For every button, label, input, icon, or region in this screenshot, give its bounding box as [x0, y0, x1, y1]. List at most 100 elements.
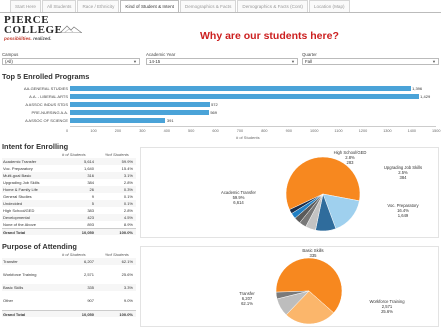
bar-label-a-assoc-of-science: A ASSOC OF SCIENCE — [25, 117, 68, 123]
x-axis-tick-700: 700 — [236, 129, 244, 133]
x-axis-tick-1200: 1200 — [358, 129, 368, 133]
row-percent: 62.1% — [121, 259, 133, 264]
quarter-dropdown[interactable]: Fall ▼ — [302, 58, 439, 65]
bar-label-aa-general-studies: AA-GENERAL STUDIES — [23, 85, 68, 91]
row-label: Home & Family Life — [3, 187, 38, 192]
row-count: 335 — [87, 285, 94, 290]
table-row-academic-transfer: Academic Transfer 5,614 59.9% — [2, 158, 136, 165]
row-count: 1,640 — [83, 166, 94, 171]
mountain-logo-icon — [60, 25, 82, 33]
row-percent: 2.8% — [123, 208, 133, 213]
row-count: 10,050 — [81, 312, 94, 317]
table-row-general-studies: General Studies 9 0.1% — [2, 193, 136, 200]
row-label: Academic Transfer — [3, 159, 37, 164]
x-axis-tick-1400: 1400 — [407, 129, 417, 133]
quarter-filter-label: Quarter — [302, 52, 317, 57]
bar-label-pre-nursing-a-a: PRE-NURSING A.A. — [31, 109, 68, 115]
logo-word-2: COLLEGE — [4, 24, 63, 36]
intent-table: # of Students %of Students Academic Transf… — [2, 152, 136, 235]
row-count: 9 — [91, 194, 94, 199]
row-percent: 8.9% — [123, 222, 133, 227]
x-axis-tick-200: 200 — [114, 129, 122, 133]
row-label: General Studies — [3, 194, 32, 199]
bar-value-aa-general-studies: 1,396 — [412, 85, 423, 91]
academic-year-value: 14-15 — [149, 59, 161, 64]
row-percent: 0.3% — [123, 187, 133, 192]
attending-table: # of Students %of Students Transfer 6,207 62… — [2, 252, 136, 326]
table-row-basic-skills: Basic Skills 335 3.3% — [2, 284, 136, 291]
row-count: 26 — [89, 187, 94, 192]
row-percent: 4.5% — [123, 215, 133, 220]
pie-label-upgrading: Upgrading Job Skills 2.5% 384 — [373, 165, 433, 180]
x-axis-tick-100: 100 — [90, 129, 97, 133]
table-row-high-school-ged: High School/GED 383 2.8% — [2, 207, 136, 214]
academic-year-dropdown[interactable]: 14-15 ▼ — [146, 58, 298, 65]
tab-start-here[interactable]: Start Here — [10, 0, 41, 12]
x-axis-tick-300: 300 — [139, 129, 146, 133]
row-percent: 59.9% — [121, 159, 133, 164]
table-row-grand-total: Grand Total 10,050 100.0% — [2, 228, 136, 235]
tab-demographics-facts[interactable]: Demographics & Facts — [179, 0, 237, 12]
tab-demographics-facts-cont[interactable]: Demographics & Facts (Cont) — [237, 0, 308, 12]
row-percent: 0.1% — [123, 201, 133, 206]
row-label: Workforce Training — [3, 272, 37, 277]
bar-aa-general-studies — [70, 86, 411, 91]
pie-label-basic-skills: Basic Skills 335 — [295, 248, 331, 258]
bar-a-a-liberal-arts — [70, 94, 419, 99]
row-label: Voc. Preparatory — [3, 166, 33, 171]
intent-pie-panel: High School/GED 2.8% 283 Upgrading Job S… — [140, 147, 439, 238]
table-row-multi-goal-basic: Multi-goal Basic 316 3.1% — [2, 172, 136, 179]
row-label: Multi-goal Basic — [3, 173, 32, 178]
tab-race-ethnicity[interactable]: Race / Ethnicity — [77, 0, 120, 12]
tab-bar: Start Here All Students Race / Ethnicity Ki… — [0, 0, 441, 13]
pie-label-high-school: High School/GED 2.8% 283 — [325, 150, 375, 165]
tab-all-students[interactable]: All Students — [41, 0, 77, 12]
page-title: Why are our students here? — [200, 30, 339, 42]
row-label: Developmental — [3, 215, 30, 220]
bar-a-assoc-of-science — [70, 118, 166, 123]
bar-value-pre-nursing-a-a: 569 — [210, 109, 218, 115]
x-axis-tick-1000: 1000 — [310, 129, 319, 133]
row-percent: 3.1% — [123, 173, 133, 178]
row-label: High School/GED — [3, 208, 35, 213]
x-axis-tick-500: 500 — [188, 129, 195, 133]
x-axis-tick-1100: 1100 — [334, 129, 343, 133]
table-row-home-family-life: Home & Family Life 26 0.3% — [2, 186, 136, 193]
bar-value-a-assoc-of-science: 391 — [166, 117, 174, 123]
row-percent: 3.3% — [123, 285, 133, 290]
column-header-count: # of Students — [62, 152, 86, 157]
row-label: Grand Total — [3, 230, 26, 235]
pie-label-at-count: 6,614 — [233, 200, 244, 205]
pie-label-transfer: Transfer 6,207 62.1% — [227, 291, 267, 306]
row-count: 893 — [87, 222, 94, 227]
pie-label-voc-prep: Voc. Preparatory 16.4% 1,649 — [373, 203, 433, 218]
chevron-down-icon: ▼ — [291, 59, 295, 64]
row-label: Basic Skills — [3, 285, 24, 290]
table-row-other: Other 907 9.0% — [2, 297, 136, 304]
chevron-down-icon: ▼ — [133, 59, 137, 64]
pie-label-hs-count: 283 — [346, 160, 354, 165]
pie-label-workforce: Workforce Training 2,571 25.6% — [357, 299, 417, 314]
x-axis-tick-1500: 1500 — [432, 129, 441, 133]
row-count: 316 — [87, 173, 94, 178]
tab-location-map[interactable]: Location (Map) — [308, 0, 350, 12]
row-label: None of the Above — [3, 222, 36, 227]
table-row-undecided: Undecided 5 0.1% — [2, 200, 136, 207]
x-axis-tick-1300: 1300 — [383, 129, 392, 133]
row-count: 423 — [87, 215, 94, 220]
row-label: Grand Total — [3, 312, 26, 317]
row-percent: 2.8% — [123, 180, 133, 185]
table-row-transfer: Transfer 6,207 62.1% — [2, 258, 136, 265]
row-count: 6,207 — [83, 259, 94, 264]
tab-kind-of-student-intent[interactable]: Kind of Student & Intent — [120, 0, 179, 12]
table-row-voc-preparatory: Voc. Preparatory 1,640 15.4% — [2, 165, 136, 172]
campus-dropdown[interactable]: (All) ▼ — [2, 58, 140, 65]
logo-tagline-1: possibilities. — [4, 36, 32, 41]
row-count: 384 — [87, 180, 94, 185]
row-count: 5,614 — [83, 159, 94, 164]
column-header-count: # of Students — [62, 252, 86, 257]
pie-label-up-count: 384 — [399, 175, 407, 180]
row-percent: 100.0% — [119, 230, 133, 235]
pie-label-wf-pct: 25.6% — [381, 309, 393, 314]
pie-label-academic-transfer: Academic Transfer 59.9% 6,614 — [211, 190, 266, 205]
